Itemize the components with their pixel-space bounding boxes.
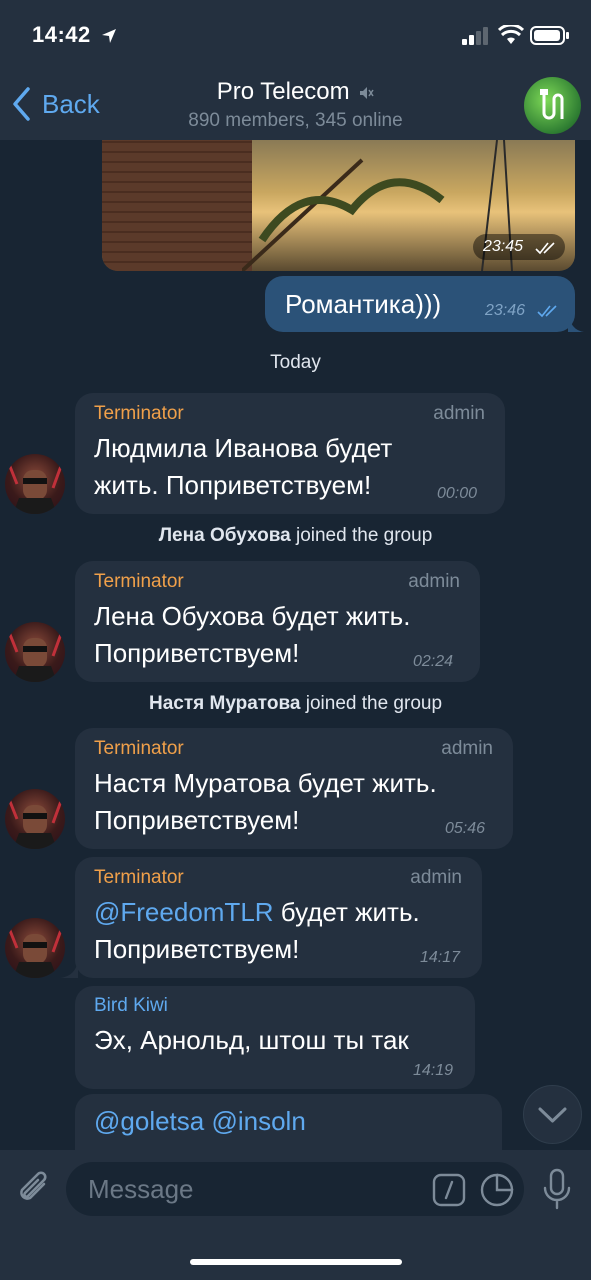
sender-avatar[interactable]: [5, 789, 65, 849]
read-check-icon: [537, 305, 557, 318]
message-placeholder: Message: [88, 1174, 194, 1204]
bot-commands-icon[interactable]: [432, 1173, 466, 1207]
message-time: 00:00: [437, 485, 478, 502]
photo-building: [102, 140, 252, 271]
message-line: @FreedomTLR будет жить.: [94, 894, 420, 931]
mention-link[interactable]: @goletsa @insoln: [94, 1103, 306, 1140]
message-line: Поприветствуем!: [94, 934, 300, 964]
admin-badge: admin: [441, 738, 493, 759]
home-indicator: [190, 1259, 402, 1265]
terminator-avatar-icon: [7, 631, 63, 682]
bubble-tail: [60, 960, 78, 978]
bubble-tail: [568, 312, 584, 332]
own-message-bubble[interactable]: Романтика))) 23:46: [265, 276, 575, 332]
message-time: 14:17: [420, 949, 461, 966]
system-event-name[interactable]: Лена Обухова: [159, 525, 291, 546]
microphone-icon[interactable]: [540, 1168, 574, 1212]
own-message-time: 23:46: [485, 302, 526, 319]
message-time: 02:24: [413, 653, 454, 670]
sender-name[interactable]: Terminator: [94, 571, 184, 593]
scroll-down-button[interactable]: [523, 1085, 582, 1144]
wifi-icon: [498, 25, 524, 44]
sender-name[interactable]: Terminator: [94, 403, 184, 425]
chat-subtitle: 890 members, 345 online: [188, 110, 403, 131]
photo-time: 23:45: [483, 238, 524, 255]
sender-name[interactable]: Terminator: [94, 738, 184, 760]
message-line: Людмила Иванова будет: [94, 433, 393, 463]
message-bubble[interactable]: Terminator admin @FreedomTLR будет жить.…: [75, 857, 482, 978]
terminator-avatar-icon: [7, 798, 63, 849]
date-separator: Today: [270, 352, 321, 373]
admin-badge: admin: [433, 403, 485, 424]
message-bubble[interactable]: Bird Kiwi Эх, Арнольд, штош ты так 14:19: [75, 986, 475, 1089]
chevron-down-icon: [538, 1107, 567, 1123]
message-line: жить. Поприветствуем!: [94, 470, 372, 500]
message-time: 14:19: [413, 1062, 454, 1079]
message-line: Поприветствуем!: [94, 805, 300, 835]
sender-name[interactable]: Bird Kiwi: [94, 995, 168, 1017]
group-logo-icon: [540, 89, 564, 120]
terminator-avatar-icon: [7, 927, 63, 978]
double-check-icon: [535, 242, 555, 255]
attach-icon[interactable]: [16, 1170, 54, 1210]
message-line: Поприветствуем!: [94, 638, 300, 668]
message-bubble[interactable]: @goletsa @insoln: [75, 1094, 502, 1154]
message-line: Настя Муратова будет жить.: [94, 768, 437, 798]
location-arrow-icon: [102, 29, 116, 43]
message-bubble[interactable]: Terminator admin Людмила Иванова будет ж…: [75, 393, 505, 514]
own-message-text: Романтика))): [285, 289, 442, 319]
cellular-signal-icon: [462, 27, 488, 45]
group-avatar[interactable]: [524, 77, 581, 134]
system-event-name[interactable]: Настя Муратова: [149, 693, 301, 714]
sender-avatar[interactable]: [5, 454, 65, 514]
status-time: 14:42: [32, 22, 91, 47]
battery-icon: [530, 26, 569, 45]
chat-title[interactable]: Pro Telecom: [0, 78, 591, 106]
mention-link[interactable]: @FreedomTLR: [94, 897, 274, 927]
message-bubble[interactable]: Terminator admin Настя Муратова будет жи…: [75, 728, 513, 849]
message-time: 05:46: [445, 820, 486, 837]
system-event: Лена Обухова joined the group: [0, 525, 591, 547]
admin-badge: admin: [408, 571, 460, 592]
message-text: будет жить.: [273, 897, 420, 927]
system-event-action: joined the group: [295, 525, 433, 546]
chat-title-text: Pro Telecom: [216, 78, 350, 105]
terminator-avatar-icon: [7, 463, 63, 514]
message-bubble[interactable]: Terminator admin Лена Обухова будет жить…: [75, 561, 480, 682]
photo-message[interactable]: 23:45: [102, 140, 575, 271]
system-event: Настя Муратова joined the group: [0, 693, 591, 715]
admin-badge: admin: [410, 867, 462, 888]
message-line: Эх, Арнольд, штош ты так: [94, 1025, 409, 1055]
system-event-action: joined the group: [305, 693, 443, 714]
sender-avatar[interactable]: [5, 622, 65, 682]
message-line: Лена Обухова будет жить.: [94, 601, 411, 631]
sticker-icon[interactable]: [479, 1172, 515, 1208]
sender-avatar[interactable]: [5, 918, 65, 978]
sender-name[interactable]: Terminator: [94, 867, 184, 889]
mute-icon: [360, 86, 374, 99]
